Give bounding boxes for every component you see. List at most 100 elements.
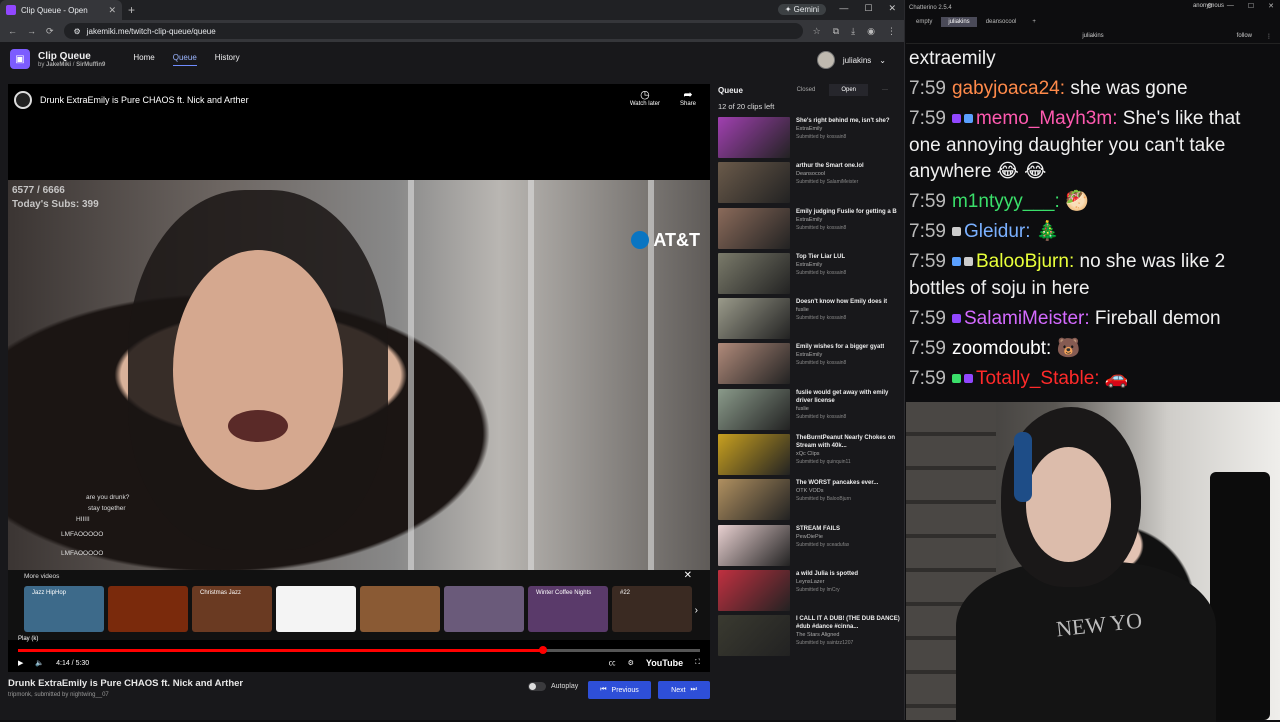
progress-bar[interactable] (18, 646, 700, 654)
chat-badge-icon[interactable] (951, 114, 961, 124)
meta-user[interactable]: nightwing__07 (70, 692, 109, 698)
share-button[interactable]: ➦ Share (680, 88, 696, 107)
queue-tab-closed[interactable]: Closed (785, 84, 828, 96)
extensions-icon[interactable]: ⧉ (833, 26, 839, 37)
queue-item[interactable]: Emily wishes for a bigger gyatt ExtraEmil… (714, 343, 904, 388)
maximize-icon[interactable]: ☐ (1248, 2, 1254, 10)
more-video-thumbnail[interactable] (276, 586, 356, 632)
browser-tab[interactable]: Clip Queue - Open ✕ (0, 0, 122, 20)
bookmark-star-icon[interactable]: ☆ (813, 26, 821, 37)
settings-gear-icon[interactable]: ⚙ (1207, 2, 1213, 10)
profile-icon[interactable]: ◉ (867, 26, 875, 37)
back-icon[interactable]: ← (8, 26, 17, 36)
chat-tab-empty[interactable]: empty (909, 17, 939, 27)
fullscreen-icon[interactable]: ⛶ (695, 659, 700, 667)
queue-more-menu[interactable]: ··· (870, 84, 900, 96)
author-link-1[interactable]: JakeMiki (46, 62, 71, 68)
more-video-thumbnail[interactable] (444, 586, 524, 632)
queue-item-thumbnail[interactable] (718, 434, 790, 476)
queue-tab-open[interactable]: Open (829, 84, 868, 96)
queue-item[interactable]: STREAM FAILS PewDiePie Submitted by sceadu… (714, 524, 904, 570)
previous-button[interactable]: ⏮ Previous (588, 681, 651, 699)
channel-avatar[interactable] (14, 91, 32, 109)
browser-menu-icon[interactable]: ⋮ (887, 26, 896, 37)
url-field[interactable]: ⚙ jakemiki.me/twitch-clip-queue/queue (63, 23, 803, 39)
queue-item[interactable]: a wild Julia is spotted LeynsLazer Submitt… (714, 569, 904, 615)
chevron-right-icon[interactable]: › (695, 605, 698, 616)
settings-gear-icon[interactable]: ⚙ (628, 659, 634, 667)
queue-item[interactable]: fuslie would get away with emily driver … (714, 388, 904, 434)
close-tab-icon[interactable]: ✕ (108, 5, 116, 16)
chat-badge-icon[interactable] (951, 313, 961, 323)
toggle-switch[interactable] (528, 682, 546, 691)
queue-item[interactable]: TheBurntPeanut Nearly Chokes on Stream w… (714, 434, 904, 479)
chat-username[interactable]: BalooBjurn (976, 251, 1069, 272)
autoplay-toggle[interactable]: Autoplay (528, 682, 578, 691)
more-video-thumbnail[interactable]: Jazz HipHop (24, 586, 104, 632)
queue-item[interactable]: I CALL IT A DUB! (THE DUB DANCE) #dub #d… (714, 615, 904, 660)
queue-item-thumbnail[interactable] (718, 162, 790, 204)
chat-username[interactable]: Totally_Stable (976, 368, 1094, 389)
nav-queue[interactable]: Queue (172, 53, 197, 66)
follow-button[interactable]: follow (1237, 33, 1252, 39)
queue-item[interactable]: arthur the Smart one.lol Deansocool Submit… (714, 162, 904, 207)
play-icon[interactable]: ▶ (18, 659, 23, 667)
chat-badge-icon[interactable] (963, 257, 973, 267)
captions-icon[interactable]: ㏄ (609, 658, 616, 668)
queue-item[interactable]: She's right behind me, isn't she? ExtraEm… (714, 117, 904, 162)
queue-item[interactable]: Top Tier Liar LUL ExtraEmily Submitted by … (714, 252, 904, 298)
nav-home[interactable]: Home (133, 53, 154, 66)
chat-username[interactable]: m1ntyyy___ (952, 191, 1054, 212)
watch-later-button[interactable]: ◷ Watch later (630, 88, 660, 107)
chat-tab-juliakins[interactable]: juliakins (941, 17, 977, 27)
maximize-icon[interactable]: ☐ (864, 3, 872, 14)
queue-item[interactable]: The WORST pancakes ever... OTK VODs Submit… (714, 479, 904, 524)
chat-username[interactable]: memo_Mayh3m (976, 108, 1112, 129)
chat-badge-icon[interactable] (951, 257, 961, 267)
queue-item-thumbnail[interactable] (718, 479, 790, 521)
queue-item-thumbnail[interactable] (718, 569, 790, 611)
meta-channel[interactable]: tripmonk (8, 692, 31, 698)
author-link-2[interactable]: SirMuffin9 (76, 62, 105, 68)
chat-tab-deansocool[interactable]: deansocool (979, 17, 1024, 27)
video-player[interactable]: Drunk ExtraEmily is Pure CHAOS ft. Nick … (8, 84, 710, 672)
close-more-videos-icon[interactable]: ✕ (684, 570, 692, 581)
queue-item-thumbnail[interactable] (718, 388, 790, 430)
more-video-thumbnail[interactable]: Winter Coffee Nights (528, 586, 608, 632)
new-tab-button[interactable]: + (128, 3, 135, 17)
chat-badge-icon[interactable] (951, 373, 961, 383)
chat-username[interactable]: Gleidur (964, 221, 1025, 242)
queue-item-thumbnail[interactable] (718, 524, 790, 566)
more-video-thumbnail[interactable]: Christmas Jazz (192, 586, 272, 632)
chat-username[interactable]: SalamiMeister (964, 308, 1084, 329)
minimize-icon[interactable]: — (839, 3, 848, 14)
video-title[interactable]: Drunk ExtraEmily is Pure CHAOS ft. Nick … (40, 95, 249, 105)
queue-item-thumbnail[interactable] (718, 615, 790, 657)
scrubber-handle[interactable] (539, 646, 548, 654)
chat-username[interactable]: zoomdoubt (952, 338, 1046, 359)
volume-icon[interactable]: 🔈 (35, 659, 44, 667)
close-window-icon[interactable]: ✕ (888, 3, 896, 14)
queue-item[interactable]: Emily judging Fuslie for getting a B Extr… (714, 207, 904, 253)
gemini-button[interactable]: ✦ Gemini (777, 4, 826, 15)
queue-item-thumbnail[interactable] (718, 117, 790, 158)
forward-icon[interactable]: → (27, 26, 36, 36)
more-video-thumbnail[interactable] (108, 586, 188, 632)
add-tab-button[interactable]: + (1025, 17, 1043, 27)
queue-item-thumbnail[interactable] (718, 207, 790, 249)
downloads-icon[interactable]: ⤓ (851, 26, 855, 37)
chat-username[interactable]: gabyjoaca24 (952, 78, 1060, 99)
user-menu[interactable]: juliakins ⌄ (816, 51, 886, 69)
more-video-thumbnail[interactable]: #22 (612, 586, 692, 632)
queue-item-thumbnail[interactable] (718, 343, 790, 385)
chat-badge-icon[interactable] (963, 373, 973, 383)
queue-item-thumbnail[interactable] (718, 298, 790, 340)
close-window-icon[interactable]: ✕ (1268, 2, 1274, 10)
queue-item[interactable]: Doesn't know how Emily does it fuslie Subm… (714, 298, 904, 343)
chat-badge-icon[interactable] (951, 227, 961, 237)
chat-badge-icon[interactable] (963, 114, 973, 124)
nav-history[interactable]: History (215, 53, 240, 66)
reload-icon[interactable]: ⟳ (46, 26, 54, 37)
more-video-thumbnail[interactable] (360, 586, 440, 632)
next-button[interactable]: Next ⏭ (658, 681, 710, 699)
